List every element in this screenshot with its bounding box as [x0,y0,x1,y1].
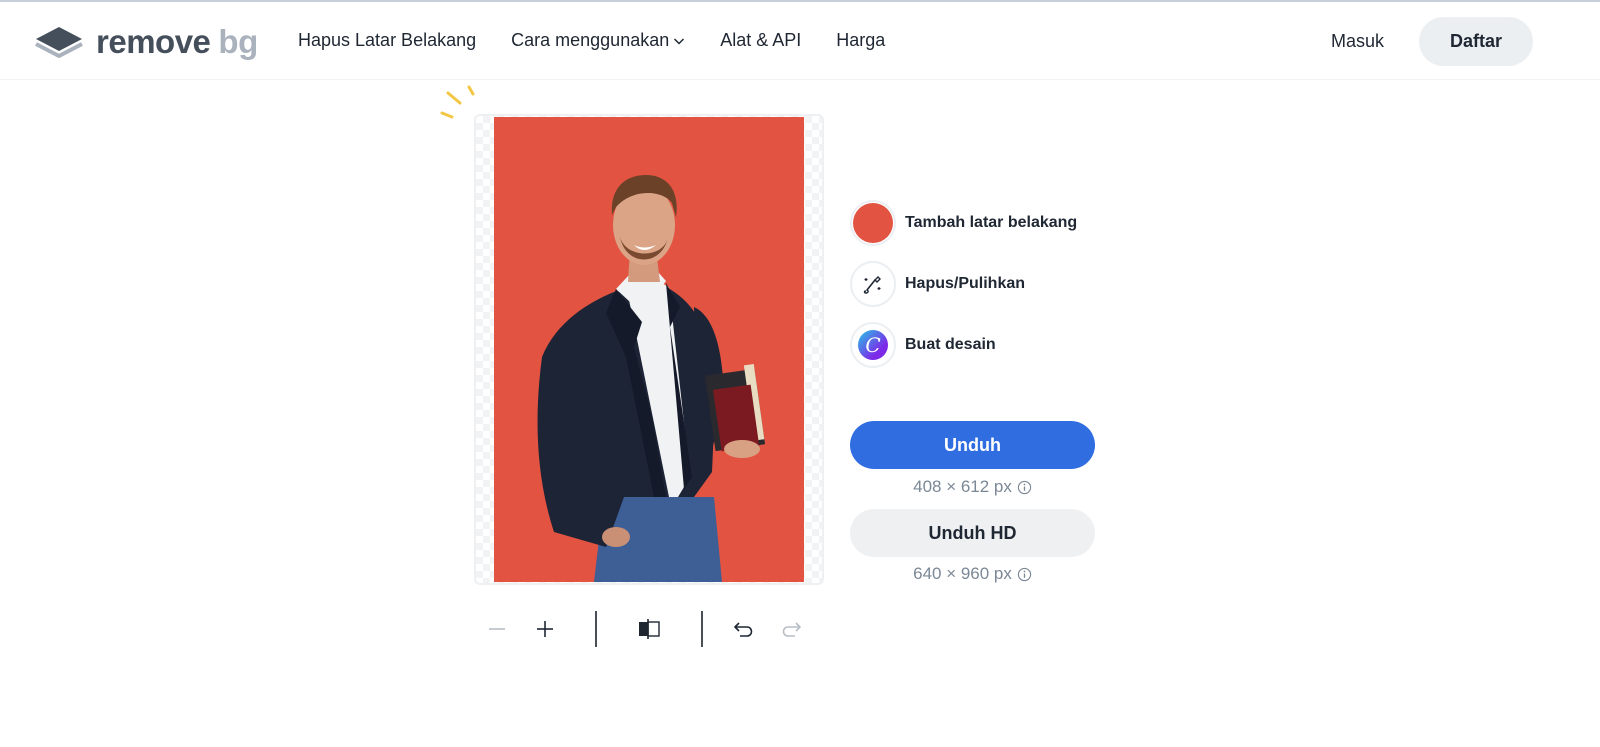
signup-button[interactable]: Daftar [1419,17,1533,66]
main-nav: Hapus Latar Belakang Cara menggunakan Al… [298,30,920,51]
tool-label: Tambah latar belakang [905,214,1078,231]
person-photo [494,117,804,582]
create-design-tool[interactable]: C Buat desain [850,322,996,368]
chevron-down-icon [674,37,685,45]
logo-text-main: remove [96,23,211,60]
nav-pricing[interactable]: Harga [836,30,885,51]
download-size-text: 408 × 612 px [913,477,1012,496]
nav-label: Hapus Latar Belakang [298,30,477,50]
logo[interactable]: remove bg [34,22,258,62]
zoom-out-icon[interactable] [486,613,508,645]
erase-restore-tool[interactable]: Hapus/Pulihkan [850,261,1025,307]
result-image[interactable] [494,117,804,582]
login-link[interactable]: Masuk [1331,31,1384,52]
toolbar-divider [701,611,703,647]
tool-label: Hapus/Pulihkan [905,275,1026,292]
download-button[interactable]: Unduh [850,421,1095,469]
download-size: 408 × 612 px [850,477,1095,497]
download-hd-size-text: 640 × 960 px [913,564,1012,583]
nav-label: Cara menggunakan [511,30,670,50]
sparkle-icon [440,85,475,119]
color-swatch-icon [850,200,896,246]
info-icon[interactable] [1017,480,1032,495]
canva-glyph: C [858,330,888,360]
nav-tools-api[interactable]: Alat & API [720,30,801,51]
logo-text: remove bg [96,23,258,61]
site-header: remove bg Hapus Latar Belakang Cara mengg… [0,2,1600,80]
compare-icon[interactable] [636,613,662,645]
undo-icon[interactable] [731,613,757,645]
logo-text-suffix: bg [218,23,258,60]
tool-label: Buat desain [905,336,996,353]
redo-icon[interactable] [778,613,804,645]
nav-remove-background[interactable]: Hapus Latar Belakang [298,30,476,51]
zoom-in-icon[interactable] [534,613,556,645]
nav-how-to-use[interactable]: Cara menggunakan [511,30,685,51]
nav-label: Harga [836,30,886,50]
logo-layers-icon [35,27,83,58]
canva-logo-icon: C [850,322,896,368]
magic-brush-icon [850,261,896,307]
nav-label: Alat & API [720,30,802,50]
add-background-tool[interactable]: Tambah latar belakang [850,200,1077,246]
download-hd-size: 640 × 960 px [850,564,1095,584]
toolbar-divider [595,611,597,647]
info-icon[interactable] [1017,567,1032,582]
download-hd-button[interactable]: Unduh HD [850,509,1095,557]
